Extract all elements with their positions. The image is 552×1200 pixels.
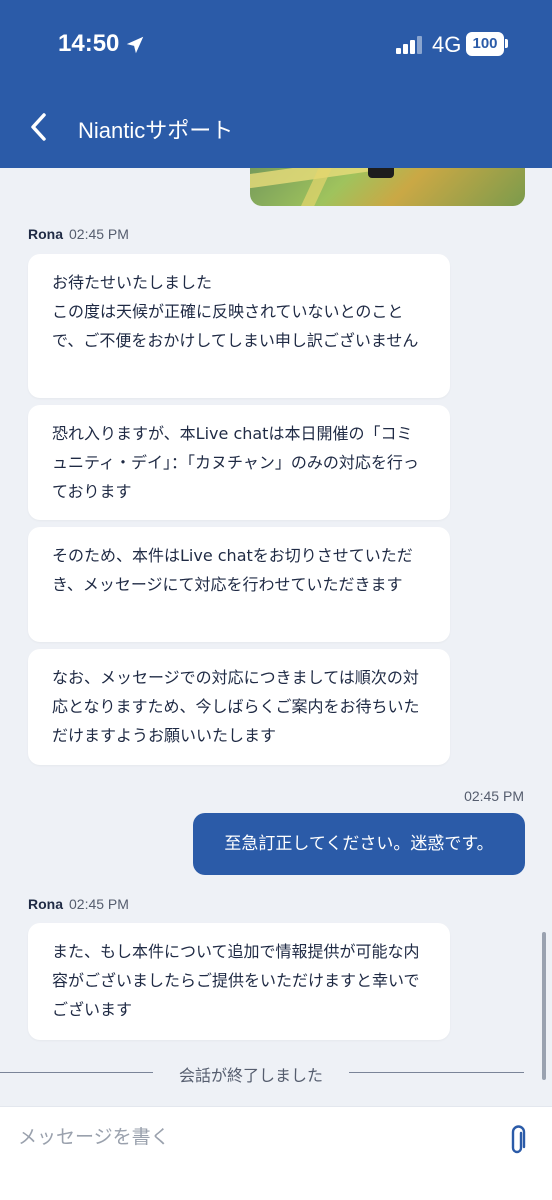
message-text: お待たせいたしました この度は天候が正確に反映されていないとのことで、ご不便をお… [52,273,419,350]
status-time: 14:50 [58,30,120,57]
app-header: 14:50 4G 100 Nianticサポート [0,0,552,168]
conversation-ended-divider: 会話が終了しました [0,1062,552,1085]
paperclip-icon[interactable] [506,1125,528,1157]
outgoing-message-bubble: 至急訂正してください。迷惑です。 [193,813,525,875]
outgoing-timestamp: 02:45 PM [464,788,524,804]
incoming-message-bubble: 恐れ入りますが、本Live chatは本日開催の「コミュニティ・デイ」：「カヌチ… [28,405,450,520]
sender-name: Rona [28,896,63,912]
message-timestamp: 02:45 PM [69,896,129,912]
image-message[interactable] [250,168,525,206]
player-avatar [368,168,394,178]
message-input[interactable] [18,1119,488,1155]
message-sender-header: Rona 02:45 PM [28,896,129,912]
sender-name: Rona [28,226,63,242]
message-text: 恐れ入りますが、本Live chatは本日開催の「コミュニティ・デイ」：「カヌチ… [52,424,419,501]
status-bar: 14:50 4G 100 [0,0,552,90]
divider-line [349,1072,524,1073]
battery-icon: 100 [466,32,504,56]
message-timestamp: 02:45 PM [69,226,129,242]
scrollbar[interactable] [542,932,546,1080]
chat-thread[interactable]: Rona 02:45 PM お待たせいたしました この度は天候が正確に反映されてい… [0,168,552,1106]
incoming-message-bubble: なお、メッセージでの対応につきましては順次の対応となりますため、今しばらくご案内… [28,649,450,765]
battery-tip [505,39,508,48]
incoming-message-bubble: お待たせいたしました この度は天候が正確に反映されていないとのことで、ご不便をお… [28,254,450,398]
signal-bars-icon [396,36,422,54]
incoming-message-bubble: そのため、本件はLive chatをお切りさせていただき、メッセージにて対応を行… [28,527,450,642]
incoming-message-bubble: また、もし本件について追加で情報提供が可能な内容がございましたらご提供をいただけ… [28,923,450,1040]
page-title: Nianticサポート [78,118,234,143]
message-text: なお、メッセージでの対応につきましては順次の対応となりますため、今しばらくご案内… [52,668,420,745]
message-sender-header: Rona 02:45 PM [28,226,129,242]
chevron-left-icon[interactable] [24,110,54,144]
message-text: また、もし本件について追加で情報提供が可能な内容がございましたらご提供をいただけ… [52,942,420,1019]
message-text: そのため、本件はLive chatをお切りさせていただき、メッセージにて対応を行… [52,546,413,594]
message-composer [0,1106,552,1200]
conversation-ended-label: 会話が終了しました [178,1066,323,1085]
location-arrow-icon [126,36,144,54]
network-type: 4G [432,32,462,57]
